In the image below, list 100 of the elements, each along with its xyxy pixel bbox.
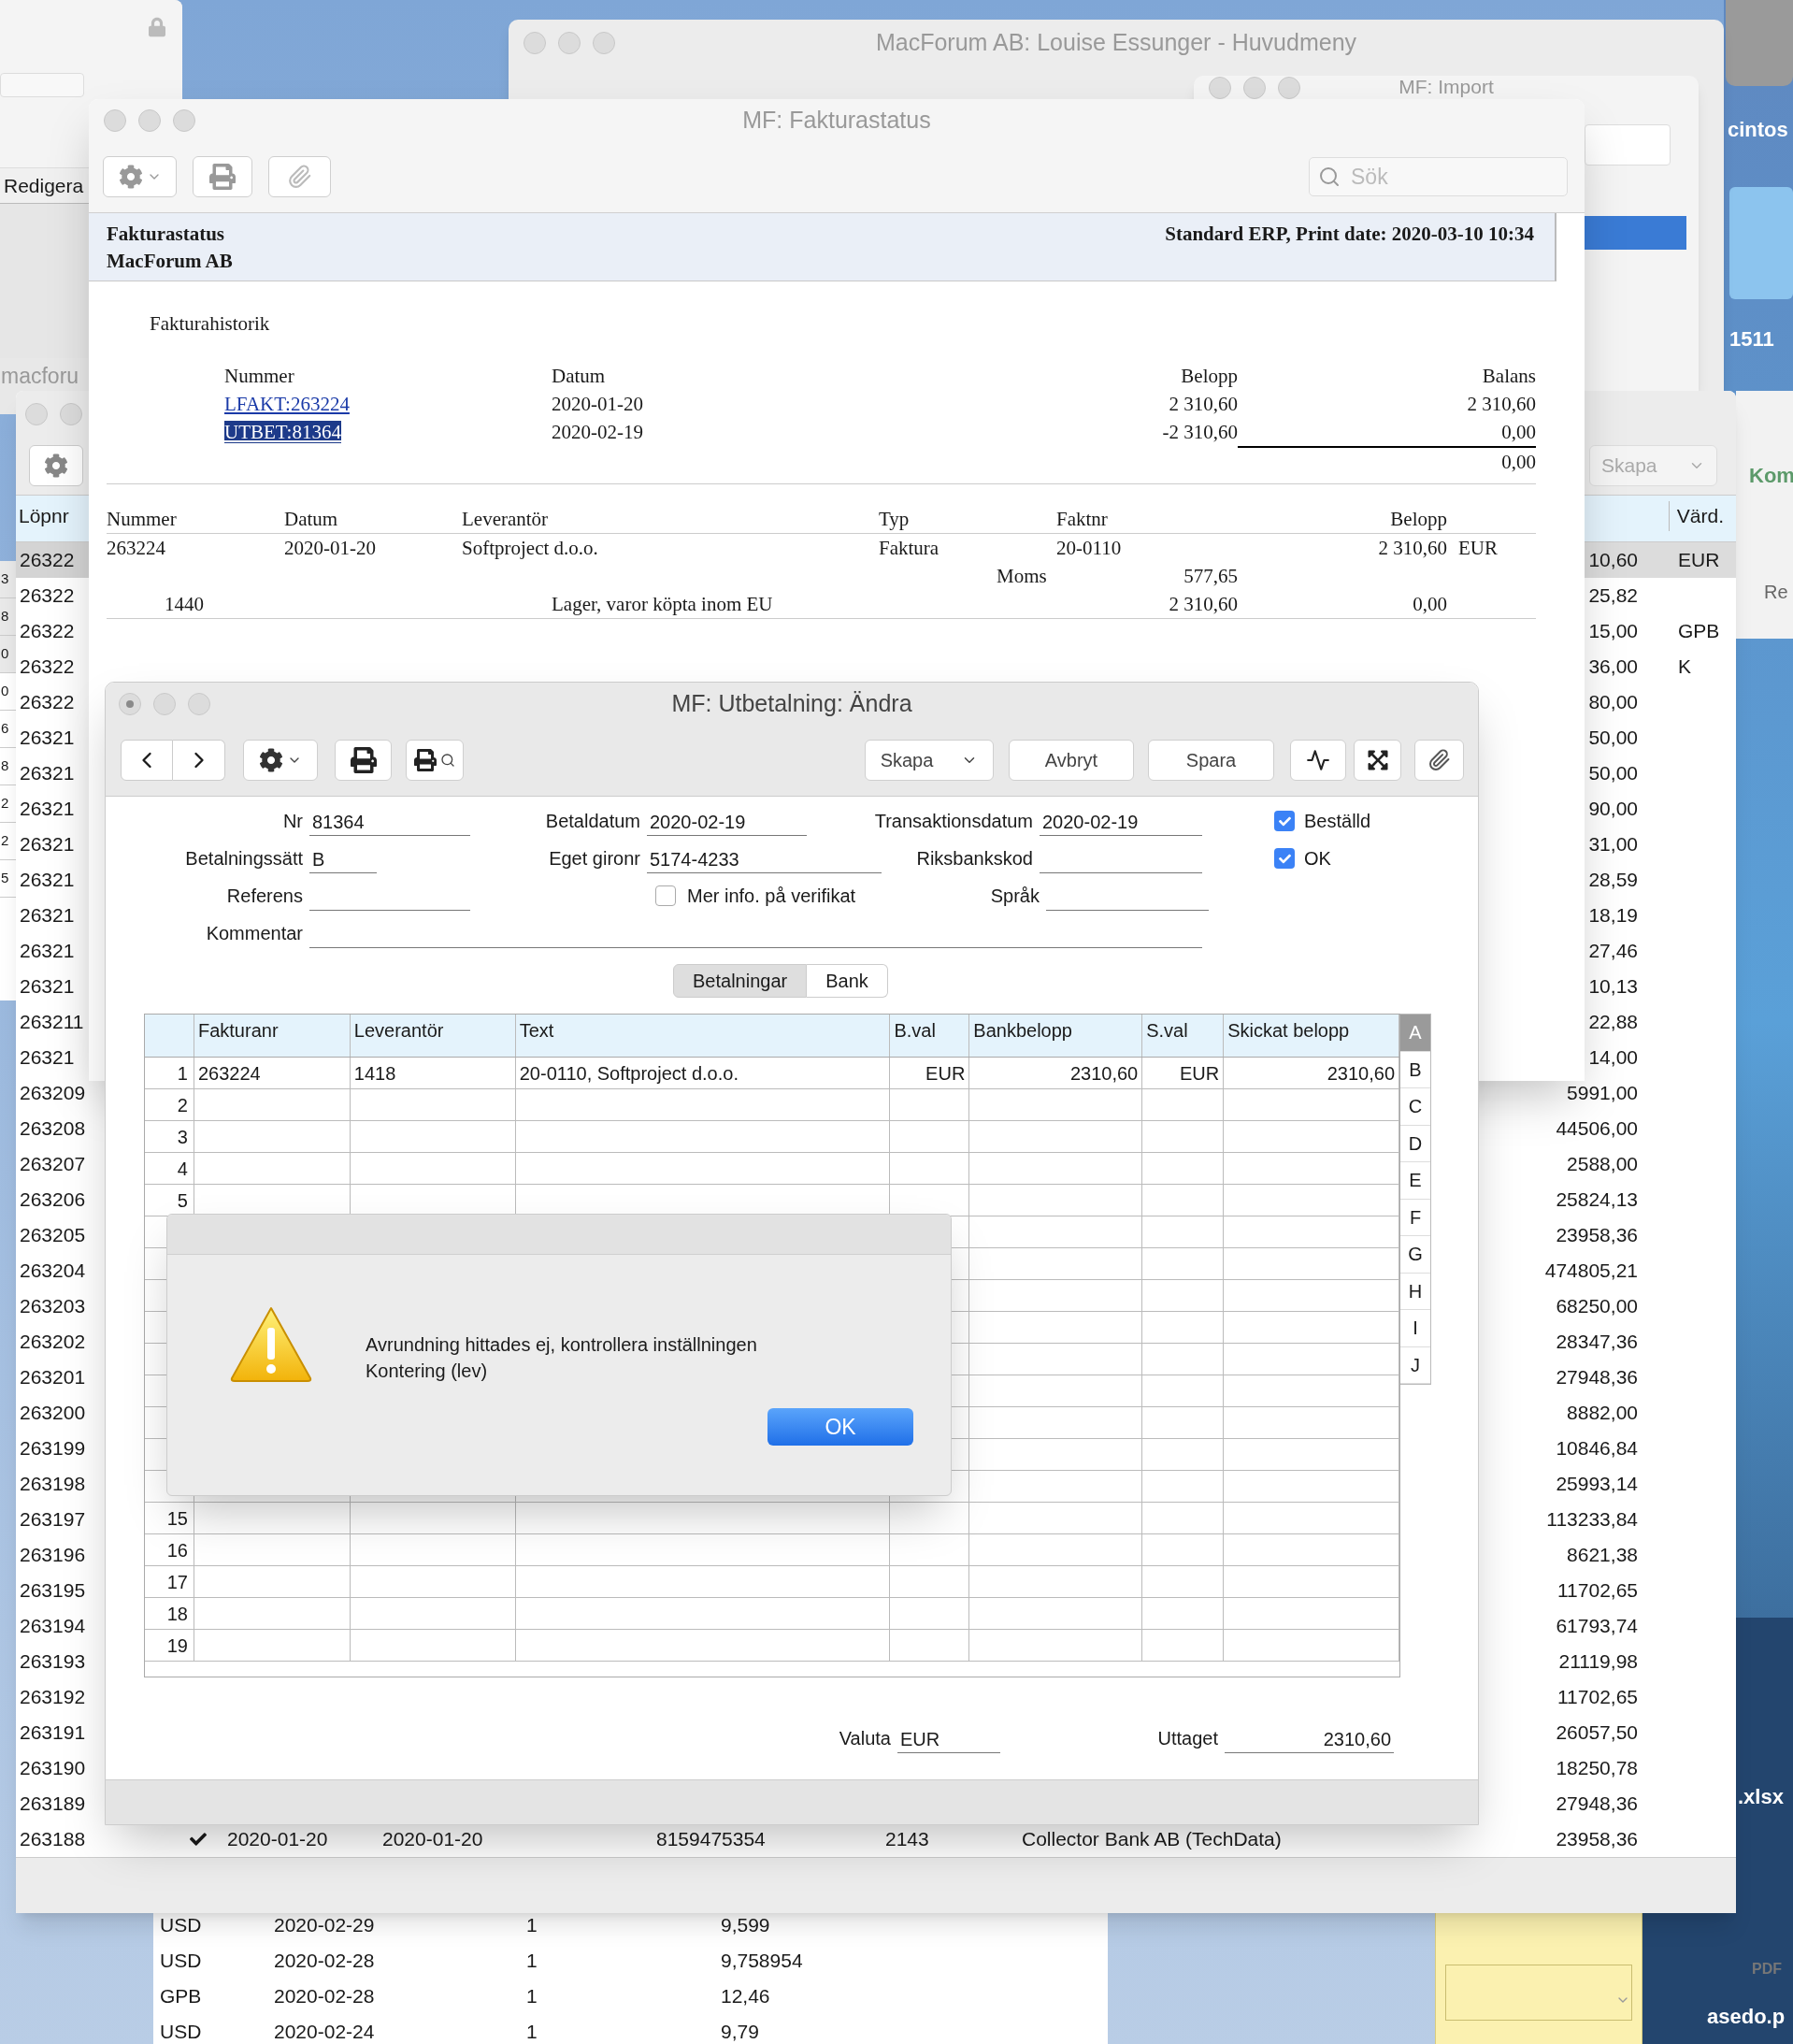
checkbox[interactable] [655, 885, 676, 906]
field-label: Betalningssätt [185, 847, 303, 871]
row-number: 3 [177, 1125, 188, 1149]
input-field[interactable]: 2310,60 [1225, 1723, 1394, 1753]
input-field[interactable]: 2020-02-19 [647, 806, 807, 836]
window-button[interactable] [524, 32, 546, 54]
cancel-button[interactable]: Avbryt [1009, 740, 1134, 781]
table-cell-text: USD [159, 1913, 203, 1938]
column-header: Datum [284, 508, 338, 530]
table-cell-text: 27948,36 [1556, 1365, 1638, 1390]
tab[interactable]: Betalningar [673, 964, 808, 998]
table-cell: K [1678, 655, 1691, 678]
window-title: macforu [1, 363, 79, 390]
window-button[interactable] [188, 692, 210, 715]
activity-button[interactable] [1290, 740, 1346, 781]
table-cell-text: USD [159, 2020, 203, 2044]
input-field[interactable]: 5174-4233 [647, 843, 882, 873]
input-field[interactable]: B [309, 843, 377, 873]
column-header: Datum [552, 364, 607, 389]
window-button[interactable] [119, 692, 141, 715]
table-cell-text: EUR [1458, 536, 1498, 561]
fullscreen-button[interactable] [1354, 740, 1401, 781]
window-button[interactable] [138, 108, 161, 132]
tab[interactable]: Bank [807, 964, 888, 998]
settings-button[interactable] [243, 740, 318, 781]
checkbox[interactable] [1274, 811, 1295, 831]
save-button[interactable]: Spara [1148, 740, 1274, 781]
document-link[interactable]: LFAKT:263224 [224, 393, 350, 415]
table-cell-text: 23958,36 [1556, 1223, 1638, 1248]
field-label: Valuta [839, 1727, 891, 1750]
table-cell-text: 44506,00 [1556, 1116, 1638, 1142]
forward-button[interactable] [173, 740, 225, 781]
column-header: Text [519, 1020, 554, 1041]
window-button[interactable] [25, 402, 48, 425]
window-button[interactable] [1278, 77, 1300, 99]
table-cell-text: 263224 [107, 536, 166, 561]
desktop-icon-label[interactable]: asedo.p [1707, 2001, 1786, 2032]
table-cell-text: Moms [997, 564, 1047, 589]
window-button[interactable] [60, 402, 82, 425]
attachment-button[interactable] [1414, 740, 1464, 781]
table-cell-text: 68250,00 [1556, 1294, 1638, 1319]
desktop-icon-label[interactable]: cintos [1728, 114, 1788, 145]
printer-icon [350, 747, 377, 773]
field-label: Nr [282, 810, 303, 833]
table-cell-text: 9,758954 [721, 1949, 803, 1974]
table-cell-text: 80,00 [1588, 690, 1638, 715]
row-number: 15 [166, 1506, 188, 1531]
input-field[interactable]: EUR [897, 1723, 1000, 1753]
toolbar-button[interactable]: Re [1764, 578, 1788, 606]
search-icon [1318, 166, 1341, 188]
table-cell-text: 15,00 [1588, 619, 1638, 644]
column-header: Leverantör [353, 1020, 444, 1041]
column-header: B.val [894, 1020, 936, 1041]
table-cell-text: 263224 [197, 1061, 261, 1086]
create-dropdown[interactable]: Skapa [865, 740, 994, 781]
window-button[interactable] [593, 32, 615, 54]
window-button[interactable] [104, 108, 126, 132]
checkbox[interactable] [1274, 848, 1295, 869]
print-preview-button[interactable] [406, 740, 464, 781]
input-field[interactable]: 2020-02-19 [1040, 806, 1202, 836]
window-title: MacForum AB: Louise Essunger - Huvudmeny [875, 28, 1357, 58]
table-cell-text: 12,46 [721, 1984, 770, 2009]
back-button[interactable] [121, 740, 173, 781]
search-field[interactable]: Sök [1309, 157, 1568, 196]
gear-icon [259, 748, 283, 772]
column-header: Faktnr [1056, 508, 1108, 530]
input-field[interactable]: 81364 [309, 806, 470, 836]
expand-arrows-icon [1366, 749, 1389, 771]
window-button[interactable] [1209, 77, 1231, 99]
table-cell-text: 50,00 [1588, 726, 1638, 751]
paperclip-icon [1427, 749, 1451, 771]
window-button[interactable] [173, 108, 195, 132]
cell-text: 0 [0, 682, 9, 701]
cell-text: 2 [0, 794, 9, 813]
magnifier-icon [440, 753, 455, 768]
table-cell-text: 1418 [353, 1061, 396, 1086]
table-cell-text: 0,00 [1413, 592, 1447, 617]
field-label: Transaktionsdatum [874, 810, 1033, 833]
table-cell-text: 11702,65 [1556, 1578, 1638, 1604]
cell-text: 2 [0, 831, 9, 851]
table-cell-text: Collector Bank AB (TechData) [1022, 1827, 1282, 1852]
document-link[interactable]: UTBET:81364 [224, 421, 341, 443]
table-cell-text: 18,19 [1588, 903, 1638, 928]
cell-text: 8 [0, 756, 9, 776]
paperclip-icon [287, 165, 312, 189]
table-cell-text: 2310,60 [1327, 1061, 1395, 1086]
table-cell[interactable]: 26322 [16, 542, 89, 578]
field-label: Riksbankskod [916, 847, 1033, 871]
window-button[interactable] [153, 692, 176, 715]
desktop-icon-label[interactable]: .xlsx [1738, 1781, 1784, 1812]
window-button[interactable] [1243, 77, 1266, 99]
window-button[interactable] [558, 32, 581, 54]
selected-row[interactable] [1584, 216, 1686, 250]
table-cell-text: 27,46 [1588, 939, 1638, 964]
print-button[interactable] [335, 740, 392, 781]
table-cell-text: 10846,84 [1556, 1436, 1638, 1461]
tab[interactable]: Redigera [4, 170, 84, 201]
column-header: S.val [1146, 1020, 1188, 1041]
column-header: Belopp [1181, 364, 1238, 389]
field-label: Kommentar [206, 922, 303, 945]
